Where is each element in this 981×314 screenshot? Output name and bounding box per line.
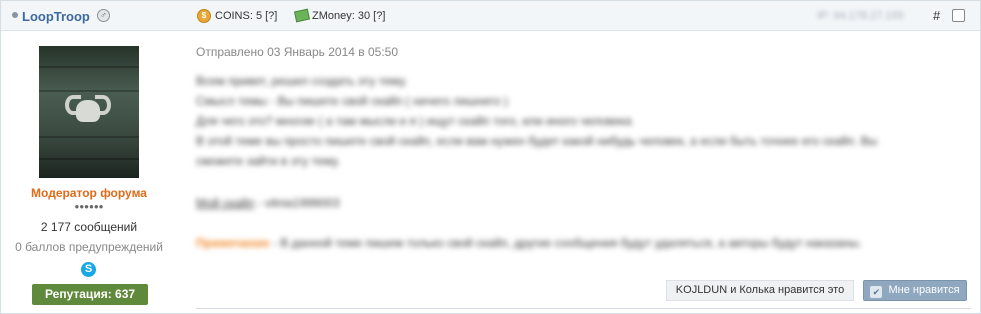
thumbs-up-icon: ✔: [870, 286, 883, 298]
zmoney-balance[interactable]: ZMoney: 30 [?]: [312, 10, 385, 22]
post-text: Всем привет, решил создать эту тему. Смы…: [196, 71, 966, 171]
note-label: Примечание: [196, 236, 270, 250]
ip-address: IP: 94.178.27.155: [817, 10, 904, 22]
post-line: Для чего это? многие ( а там мысли и я )…: [196, 114, 632, 128]
skype-label: Мой скайп: [196, 196, 255, 210]
post-count: 2 177 сообщений: [40, 220, 138, 234]
offline-status-icon: [12, 12, 18, 18]
money-icon: [294, 8, 310, 23]
post-permalink[interactable]: #: [933, 8, 940, 23]
like-button-label: Мне нравится: [888, 284, 960, 296]
skype-icon[interactable]: S: [81, 262, 96, 277]
post-header: LoopTroop ♂ $ COINS: 5 [?] ZMoney: 30 [?…: [1, 1, 980, 31]
avatar-plank: [39, 136, 139, 138]
post-line: Смысл темы - Вы пишете свой скайп ( ниче…: [196, 94, 509, 108]
avatar-ram-skull: [76, 100, 100, 122]
note-line: Примечание - В данной теме пишем только …: [196, 233, 956, 253]
forum-post: LoopTroop ♂ $ COINS: 5 [?] ZMoney: 30 [?…: [0, 0, 981, 314]
rank-pips-icon: ●●●●●●: [74, 202, 104, 211]
likes-summary[interactable]: KOJLDUN и Колька нравится это: [666, 280, 854, 301]
coins-balance[interactable]: COINS: 5 [?]: [215, 10, 277, 22]
author-name-link[interactable]: LoopTroop: [22, 9, 90, 24]
post-line: В этой теме вы просто пишете свой скайп,…: [196, 134, 878, 148]
post-date: Отправлено 03 Январь 2014 в 05:50: [196, 45, 399, 59]
like-button[interactable]: ✔ Мне нравится: [863, 280, 967, 301]
warning-points: 0 баллов предупреждений: [15, 240, 163, 254]
post-line: Всем привет, решил создать эту тему.: [196, 74, 408, 88]
skype-line: Мой скайп - vitnia1999003: [196, 193, 340, 213]
author-pane: Модератор форума ●●●●●● 2 177 сообщений …: [1, 32, 181, 314]
coin-icon: $: [197, 9, 211, 23]
group-title: Модератор форума: [31, 186, 147, 200]
avatar-plank: [39, 158, 139, 160]
avatar-plank: [39, 66, 139, 68]
post-line: сможете зайти в эту тему.: [196, 154, 340, 168]
skype-value: - vitnia1999003: [254, 196, 340, 210]
post-select-checkbox[interactable]: [952, 9, 965, 22]
note-text: - В данной теме пишем только свой скайп,…: [269, 236, 862, 250]
reputation-badge: Репутация: 637: [32, 284, 148, 305]
avatar[interactable]: [39, 46, 139, 178]
male-gender-icon: ♂: [97, 9, 110, 22]
avatar-plank: [39, 90, 139, 92]
divider: [196, 308, 971, 309]
